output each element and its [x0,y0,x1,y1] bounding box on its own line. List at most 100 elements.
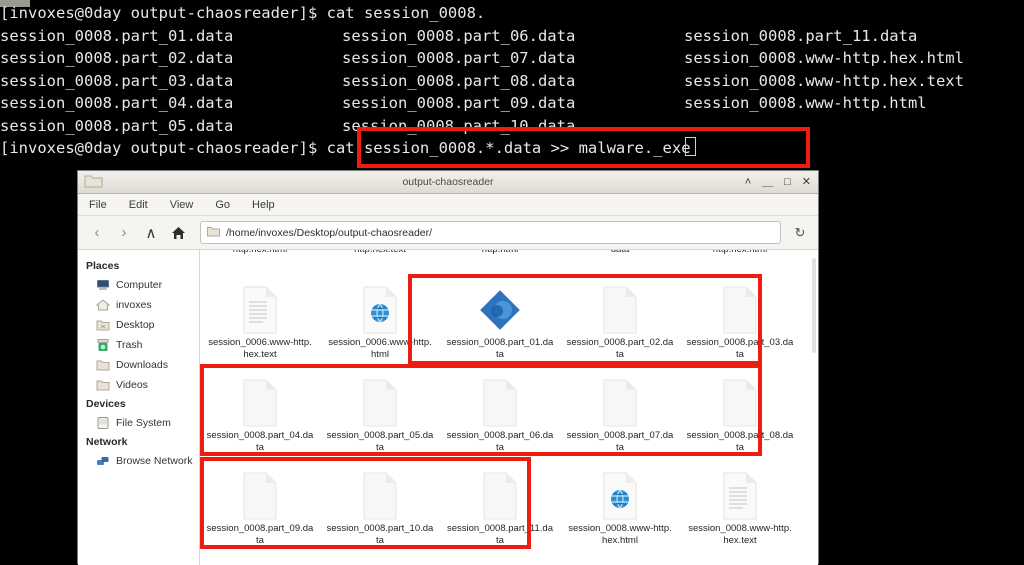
document-icon [358,471,402,521]
file-item[interactable]: session_0006.www-http.hex.text [205,281,315,374]
file-item[interactable]: http.hex.html [685,250,795,281]
file-label: session_0008.www-http.hex.text [688,523,792,546]
file-label: http.hex.html [206,250,314,256]
file-item[interactable]: session_0008.part_08.data [685,374,795,467]
terminal-text: [invoxes@0day output-chaosreader]$ cat s… [0,4,486,22]
vertical-scrollbar[interactable] [812,258,816,353]
network-icon [96,454,110,468]
executable-icon [478,285,522,335]
sidebar-item-browse-network[interactable]: Browse Network [78,451,199,471]
sidebar-item-file-system[interactable]: File System [78,413,199,433]
file-item[interactable]: session_0008.part_09.data [205,467,315,560]
file-manager-window[interactable]: output-chaosreader ˄ ＿ □ ✕ File Edit Vie… [78,171,818,565]
menu-file[interactable]: File [86,198,110,212]
sidebar-item-downloads[interactable]: Downloads [78,355,199,375]
sidebar-item-label: Computer [116,279,163,291]
file-item[interactable]: http.hex.text [325,250,435,281]
file-item[interactable]: session_0008.part_04.data [205,374,315,467]
computer-icon [96,278,110,292]
back-icon[interactable]: ‹ [86,222,108,244]
file-list-view[interactable]: http.hex.html http.hex.text http.html data h… [200,250,818,565]
text-document-icon [238,285,282,335]
folder-icon [96,358,110,372]
titlebar[interactable]: output-chaosreader ˄ ＿ □ ✕ [78,171,818,194]
terminal-text: session_0008.www-http.html [684,94,927,112]
reload-icon[interactable]: ↻ [790,223,810,243]
path-folder-icon [207,224,220,242]
file-label: session_0008.part_06.data [446,430,554,453]
file-label: session_0008.part_05.data [326,430,434,453]
file-item[interactable]: data [565,250,675,281]
terminal-line: session_0008.part_04.data session_0008.pa… [0,92,1024,115]
up-icon[interactable]: ∧ [140,222,162,244]
window-controls[interactable]: ˄ ＿ □ ✕ [745,171,811,193]
shade-button[interactable]: ˄ [745,176,751,188]
file-label: http.hex.text [326,250,434,256]
document-icon [238,471,282,521]
file-item[interactable]: http.html [445,250,555,281]
toolbar[interactable]: ‹ › ∧ /home/invoxes/Desktop/output-chaos… [78,216,818,250]
sidebar-item-desktop[interactable]: Desktop [78,315,199,335]
file-item[interactable]: session_0008.www-http.hex.html [565,467,675,560]
file-item[interactable]: session_0008.www-http.hex.text [685,467,795,560]
menubar[interactable]: File Edit View Go Help [78,194,818,216]
desktop-folder-icon [96,318,110,332]
file-item[interactable]: http.hex.html [205,250,315,281]
file-row: session_0008.part_09.data session_0008.pa… [200,467,818,560]
file-item[interactable]: session_0008.part_11.data [445,467,555,560]
home-icon[interactable] [167,222,189,244]
document-icon [358,378,402,428]
file-label: http.html [446,250,554,256]
sidebar-section-header: Places [86,260,120,272]
maximize-button[interactable]: □ [784,176,791,188]
sidebar-item-invoxes[interactable]: invoxes [78,295,199,315]
file-item[interactable]: session_0008.part_06.data [445,374,555,467]
terminal-text: session_0008.part_01.data [0,26,234,45]
document-icon [598,378,642,428]
home-icon [95,298,111,312]
forward-icon[interactable]: › [113,222,135,244]
menu-go[interactable]: Go [212,198,233,212]
document-icon [478,378,522,428]
file-item[interactable]: session_0008.part_10.data [325,467,435,560]
menu-edit[interactable]: Edit [126,198,151,212]
file-label: session_0008.part_09.data [206,523,314,546]
terminal-line: [invoxes@0day output-chaosreader]$ cat s… [0,137,1024,160]
file-row: session_0006.www-http.hex.text session_00… [200,281,818,374]
sidebar-item-computer[interactable]: Computer [78,275,199,295]
file-row: session_0008.part_04.data session_0008.pa… [200,374,818,467]
minimize-button[interactable]: ＿ [762,176,773,188]
document-icon [718,285,762,335]
file-row: http.hex.html http.hex.text http.html data h… [200,250,818,281]
terminal-text: [invoxes@0day output-chaosreader]$ cat s… [0,139,691,157]
sidebar[interactable]: Places Computer invoxes Desktop Trash Downloa… [78,250,200,565]
file-label: session_0008.part_02.data [566,337,674,360]
file-label: session_0006.www-http.html [328,337,432,360]
path-bar[interactable]: /home/invoxes/Desktop/output-chaosreader… [200,221,781,244]
sidebar-section-header: Devices [86,398,126,410]
terminal-line: [invoxes@0day output-chaosreader]$ cat s… [0,2,1024,25]
terminal-output: [invoxes@0day output-chaosreader]$ cat s… [0,2,1024,160]
close-button[interactable]: ✕ [802,176,811,188]
sidebar-item-videos[interactable]: Videos [78,375,199,395]
sidebar-item-trash[interactable]: Trash [78,335,199,355]
file-item[interactable]: session_0006.www-http.html [325,281,435,374]
drive-icon [96,416,110,430]
document-icon [598,285,642,335]
menu-help[interactable]: Help [249,198,278,212]
terminal-text: session_0008.www-http.hex.text [684,71,964,90]
file-item[interactable]: session_0008.part_03.data [685,281,795,374]
file-item[interactable]: session_0008.part_02.data [565,281,675,374]
file-item[interactable]: session_0008.part_01.data [445,281,555,374]
terminal-text: session_0008.part_08.data [342,71,576,90]
terminal-text: session_0008.part_02.data [0,49,234,67]
file-label: session_0008.part_07.data [566,430,674,453]
file-item[interactable]: session_0008.part_05.data [325,374,435,467]
window-title: output-chaosreader [402,176,494,188]
menu-view[interactable]: View [167,198,197,212]
file-item[interactable]: session_0008.part_07.data [565,374,675,467]
sidebar-section-header: Network [86,436,128,448]
document-icon [478,471,522,521]
terminal-text: session_0008.part_09.data [342,94,576,112]
terminal-text: session_0008.www-http.hex.html [684,49,964,67]
